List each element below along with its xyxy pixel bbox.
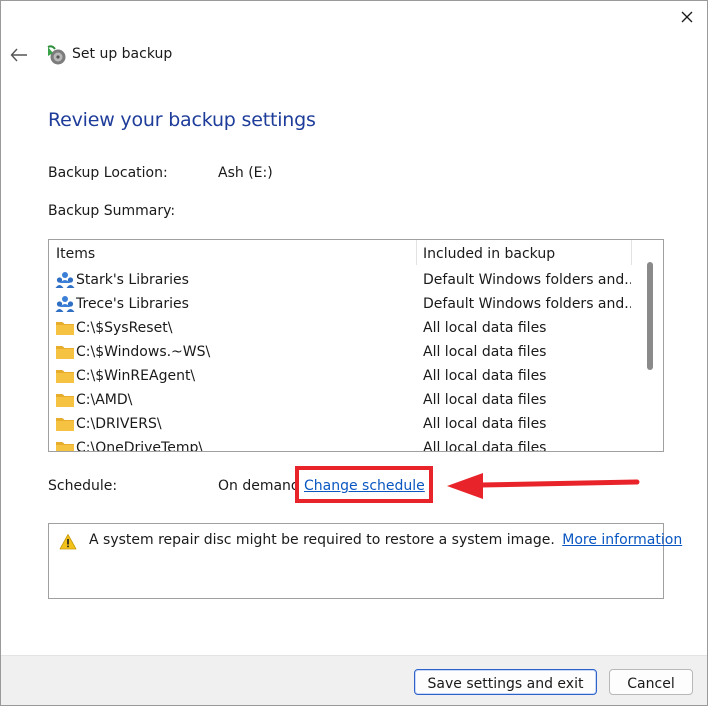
warning-panel: A system repair disc might be required t… (48, 523, 682, 599)
item-included: All local data files (423, 416, 547, 432)
list-item[interactable]: Trece's Libraries Default Windows folders… (49, 292, 631, 316)
libraries-icon (55, 295, 75, 313)
item-included: All local data files (423, 344, 547, 360)
column-divider[interactable] (631, 240, 632, 265)
column-header-items[interactable]: Items (56, 240, 95, 265)
schedule-label: Schedule: (48, 478, 118, 494)
folder-icon (55, 439, 75, 451)
backup-location-value: Ash (E:) (218, 165, 273, 181)
item-included: All local data files (423, 392, 547, 408)
folder-icon (55, 343, 75, 361)
folder-icon (55, 391, 75, 409)
warning-icon (59, 534, 77, 550)
list-header: Items Included in backup (49, 240, 632, 266)
red-arrow-annotation (447, 473, 640, 499)
item-included: All local data files (423, 368, 547, 384)
cancel-button[interactable]: Cancel (609, 669, 693, 695)
list-item[interactable]: Stark's Libraries Default Windows folders… (49, 268, 631, 292)
folder-icon (55, 319, 75, 337)
list-item[interactable]: C:\$Windows.~WS\ All local data files (49, 340, 631, 364)
item-included: Default Windows folders and... (423, 272, 631, 288)
folder-icon (55, 367, 75, 385)
backup-summary-list[interactable]: Items Included in backup Stark's Librari… (48, 239, 664, 452)
list-item[interactable]: C:\OneDriveTemp\ All local data files (49, 436, 631, 452)
item-included: All local data files (423, 320, 547, 336)
item-name: Trece's Libraries (76, 296, 189, 312)
list-item[interactable]: C:\AMD\ All local data files (49, 388, 631, 412)
back-button[interactable] (7, 43, 31, 67)
column-divider[interactable] (416, 240, 417, 265)
save-settings-button[interactable]: Save settings and exit (414, 669, 597, 695)
list-item[interactable]: C:\DRIVERS\ All local data files (49, 412, 631, 436)
backup-app-icon (47, 45, 66, 65)
item-included: Default Windows folders and... (423, 296, 631, 312)
window-title: Set up backup (72, 46, 173, 62)
warning-text: A system repair disc might be required t… (89, 532, 555, 548)
item-name: Stark's Libraries (76, 272, 189, 288)
item-name: C:\OneDriveTemp\ (76, 440, 204, 452)
close-icon (681, 11, 693, 23)
libraries-icon (55, 271, 75, 289)
item-included: All local data files (423, 440, 547, 452)
folder-icon (55, 415, 75, 433)
list-item[interactable]: C:\$WinREAgent\ All local data files (49, 364, 631, 388)
item-name: C:\$SysReset\ (76, 320, 173, 336)
more-information-link[interactable]: More information (562, 532, 682, 548)
column-header-included[interactable]: Included in backup (423, 240, 555, 265)
warning-message: A system repair disc might be required t… (89, 532, 682, 548)
item-name: C:\DRIVERS\ (76, 416, 162, 432)
close-button[interactable] (667, 1, 707, 33)
highlight-box (295, 466, 433, 503)
list-item[interactable]: C:\$SysReset\ All local data files (49, 316, 631, 340)
backup-location-label: Backup Location: (48, 165, 168, 181)
backup-window: Set up backup Review your backup setting… (0, 0, 708, 706)
dialog-footer: Save settings and exit Cancel (1, 655, 707, 705)
item-name: C:\$Windows.~WS\ (76, 344, 211, 360)
backup-summary-label: Backup Summary: (48, 203, 176, 219)
vertical-scrollbar-thumb[interactable] (647, 262, 653, 370)
back-arrow-icon (10, 48, 27, 62)
item-name: C:\$WinREAgent\ (76, 368, 196, 384)
schedule-value: On demand (218, 478, 300, 494)
page-heading: Review your backup settings (48, 109, 316, 131)
item-name: C:\AMD\ (76, 392, 133, 408)
